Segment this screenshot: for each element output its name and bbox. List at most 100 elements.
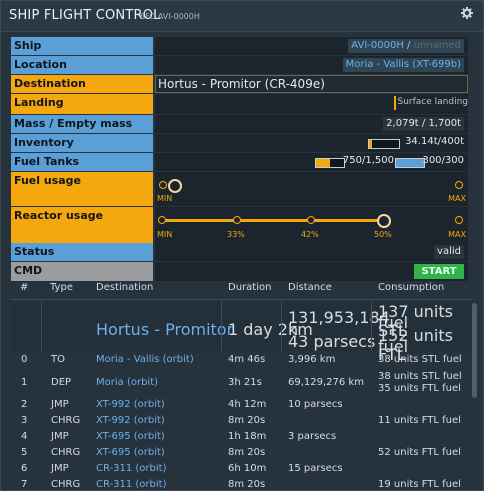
ship-flight-control-window: SHIP FLIGHT CONTROL SFC AVI-0000H Ship A… xyxy=(0,0,484,491)
reactor-usage-row: Reactor usage MIN 33% 42% 50% MAX xyxy=(11,207,468,243)
reactor-usage-slider[interactable]: MIN 33% 42% 50% MAX xyxy=(155,207,468,243)
row-duration: 8m 20s xyxy=(228,447,266,458)
reactor-stop-42 xyxy=(307,216,315,224)
row-consumption-2: 35 units FTL fuel xyxy=(378,383,461,394)
stl-fuel-bar-fill xyxy=(316,159,330,167)
landing-marker xyxy=(394,96,396,110)
start-button[interactable]: START xyxy=(414,264,464,279)
mass-row: Mass / Empty mass 2,079t / 1,700t xyxy=(11,115,468,133)
summary-divider xyxy=(41,301,42,351)
fuel-usage-slider[interactable]: MIN MAX xyxy=(155,172,468,206)
inventory-bar xyxy=(368,139,400,149)
location-link[interactable]: Moria - Vallis (XT-699b) xyxy=(342,58,464,72)
row-type: CHRG xyxy=(51,415,81,426)
reactor-usage-handle[interactable] xyxy=(377,214,391,228)
row-type: JMP xyxy=(51,431,69,442)
row-destination[interactable]: XT-695 (orbit) xyxy=(96,431,165,442)
mass-value-cell: 2,079t / 1,700t xyxy=(155,115,468,133)
summary-destination[interactable]: Hortus - Promitor xyxy=(96,320,233,339)
window-title: SHIP FLIGHT CONTROL xyxy=(9,8,161,23)
row-distance: 15 parsecs xyxy=(288,463,343,474)
row-consumption: 19 units FTL fuel xyxy=(378,479,461,489)
reactor-42-label: 42% xyxy=(301,230,319,239)
summary-divider-3 xyxy=(281,301,282,351)
col-header-type: Type xyxy=(50,282,73,293)
title-bar[interactable]: SHIP FLIGHT CONTROL SFC AVI-0000H xyxy=(1,1,483,32)
fuel-tanks-label: Fuel Tanks xyxy=(11,153,153,171)
reactor-stop-max xyxy=(455,216,463,224)
row-destination[interactable]: XT-992 (orbit) xyxy=(96,415,165,426)
col-header-number: # xyxy=(20,282,29,293)
mass-value: 2,079t / 1,700t xyxy=(383,117,464,131)
row-type: DEP xyxy=(51,377,72,388)
reactor-min-label: MIN xyxy=(157,230,173,239)
summary-row[interactable]: Hortus - Promitor 1 day 2h 131,953,184 k… xyxy=(11,301,471,364)
row-number: 1 xyxy=(21,377,28,388)
row-destination[interactable]: XT-992 (orbit) xyxy=(96,399,165,410)
row-type: CHRG xyxy=(51,447,81,458)
row-duration: 3h 21s xyxy=(228,377,262,388)
landing-row: Landing Surface landing xyxy=(11,94,468,114)
col-header-destination: Destination xyxy=(96,282,154,293)
fuel-usage-min-stop xyxy=(159,181,167,189)
table-scrollbar[interactable] xyxy=(472,303,477,398)
reactor-stop-min xyxy=(158,216,166,224)
destination-label: Destination xyxy=(11,75,153,93)
row-type: TO xyxy=(51,354,65,365)
status-label: Status xyxy=(11,243,153,261)
destination-input[interactable]: Hortus - Promitor (CR-409e) xyxy=(155,75,468,93)
gear-icon[interactable] xyxy=(461,7,475,21)
location-label: Location xyxy=(11,56,153,74)
reactor-usage-label: Reactor usage xyxy=(11,207,153,243)
destination-row: Destination Hortus - Promitor (CR-409e) xyxy=(11,75,468,93)
gear-icon-svg xyxy=(461,7,473,19)
ship-sep: / xyxy=(407,40,411,51)
fuel-tanks-value-cell: 750/1,500 300/300 xyxy=(155,153,468,171)
row-consumption: 52 units FTL fuel xyxy=(378,447,461,458)
ftl-fuel-value: 300/300 xyxy=(422,155,464,166)
summary-divider-4 xyxy=(371,301,372,351)
row-consumption: 11 units FTL fuel xyxy=(378,415,461,426)
landing-value[interactable]: Surface landing xyxy=(398,97,469,107)
row-duration: 8m 20s xyxy=(228,479,266,489)
inventory-bar-fill xyxy=(369,140,372,148)
row-number: 2 xyxy=(21,399,28,410)
ship-id-link[interactable]: AVI-0000H xyxy=(351,40,404,51)
row-destination[interactable]: CR-311 (orbit) xyxy=(96,479,166,489)
location-value-cell: Moria - Vallis (XT-699b) xyxy=(155,56,468,74)
row-distance: 3 parsecs xyxy=(288,431,337,442)
row-consumption: 38 units STL fuel xyxy=(378,354,462,365)
row-destination[interactable]: Moria - Vallis (orbit) xyxy=(96,354,194,365)
reactor-usage-track xyxy=(161,219,384,222)
row-type: CHRG xyxy=(51,479,81,489)
landing-label: Landing xyxy=(11,94,153,114)
ftl-fuel-bar-fill xyxy=(396,159,424,167)
row-duration: 4h 12m xyxy=(228,399,267,410)
header-divider xyxy=(11,299,471,300)
ship-value-cell: AVI-0000H / unnamed xyxy=(155,37,468,55)
fuel-usage-handle[interactable] xyxy=(168,179,182,193)
row-destination[interactable]: XT-695 (orbit) xyxy=(96,447,165,458)
row-distance: 10 parsecs xyxy=(288,399,343,410)
row-duration: 4m 46s xyxy=(228,354,266,365)
table-row[interactable]: 7 CHRG CR-311 (orbit) 8m 20s 19 units FT… xyxy=(11,479,471,489)
row-distance: 3,996 km xyxy=(288,354,336,365)
summary-divider-2 xyxy=(221,301,222,351)
row-number: 7 xyxy=(21,479,28,489)
summary-distance-line3: 43 parsecs xyxy=(288,332,376,351)
row-number: 3 xyxy=(21,415,28,426)
inventory-value-cell: 34.14t/400t xyxy=(155,134,468,152)
reactor-stop-33 xyxy=(233,216,241,224)
landing-value-cell: Surface landing xyxy=(155,94,468,114)
cmd-value-cell: START xyxy=(155,262,468,281)
cmd-row: CMD START xyxy=(11,262,468,281)
row-number: 5 xyxy=(21,447,28,458)
row-destination[interactable]: Moria (orbit) xyxy=(96,377,158,388)
ship-name-link[interactable]: unnamed xyxy=(414,40,461,51)
row-destination[interactable]: CR-311 (orbit) xyxy=(96,463,166,474)
row-number: 6 xyxy=(21,463,28,474)
fuel-usage-max-stop xyxy=(455,181,463,189)
reactor-50-label: 50% xyxy=(374,230,392,239)
inventory-row: Inventory 34.14t/400t xyxy=(11,134,468,152)
stl-fuel-bar xyxy=(315,158,345,168)
